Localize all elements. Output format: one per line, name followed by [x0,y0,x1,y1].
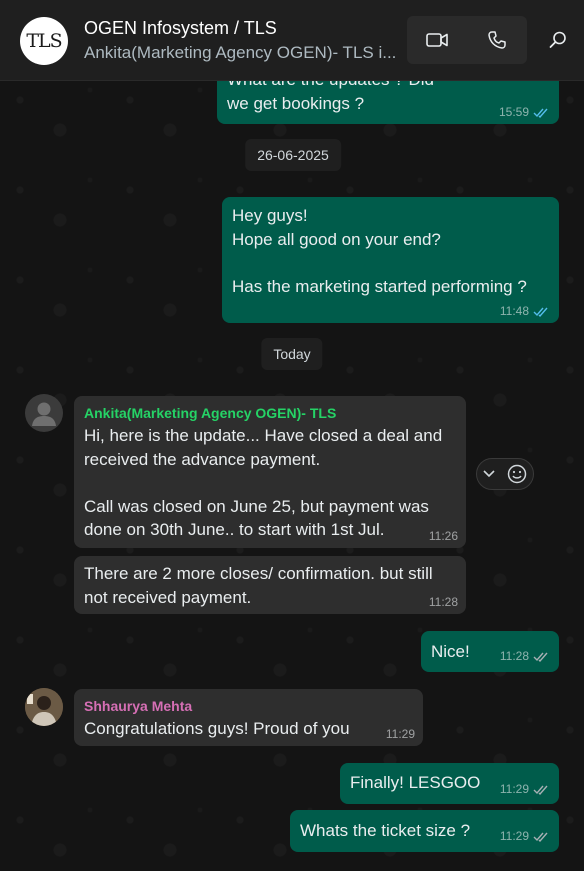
user-photo-icon [25,688,63,726]
double-check-icon [533,785,548,795]
message-time: 11:26 [428,529,458,543]
double-check-icon [533,307,548,317]
double-check-icon [533,108,548,118]
message-outgoing[interactable]: Whats the ticket size ? 11:29 [290,810,559,852]
message-outgoing[interactable]: Finally! LESGOO 11:29 [340,763,559,804]
message-time: 11:29 [385,727,415,741]
message-outgoing[interactable]: Nice! 11:28 [421,631,559,672]
voice-call-icon [488,31,506,49]
search-button[interactable] [544,26,572,54]
date-divider: Today [261,338,323,370]
date-divider: 26-06-2025 [245,139,341,171]
avatar[interactable] [25,394,63,432]
chevron-down-icon [483,470,495,478]
message-text: Hi, here is the update... Have closed a … [84,426,443,539]
message-menu-button[interactable] [483,470,495,478]
group-members[interactable]: Ankita(Marketing Agency OGEN)- TLS i... [84,43,400,63]
chat-header: TLS OGEN Infosystem / TLS Ankita(Marketi… [0,0,584,81]
search-icon [549,31,566,48]
double-check-icon [533,652,548,662]
avatar[interactable] [25,688,63,726]
message-incoming[interactable]: Ankita(Marketing Agency OGEN)- TLS Hi, h… [74,396,466,548]
sender-name[interactable]: Ankita(Marketing Agency OGEN)- TLS [84,404,456,422]
message-actions [476,458,534,490]
group-name[interactable]: OGEN Infosystem / TLS [84,18,277,39]
video-call-button[interactable] [407,16,467,64]
message-meta: 11:48 [500,305,549,317]
message-meta: 11:29 [500,783,549,795]
message-meta: 11:29 [500,830,549,842]
message-time: 11:29 [499,829,529,843]
message-meta: 15:59 [499,106,549,118]
group-avatar-text: TLS [26,30,62,52]
group-avatar[interactable]: TLS [20,17,68,65]
message-incoming[interactable]: Shhaurya Mehta Congratulations guys! Pro… [74,689,423,746]
sender-name[interactable]: Shhaurya Mehta [84,697,413,715]
message-time: 11:48 [499,304,529,318]
message-time: 11:28 [428,595,458,609]
message-time: 15:59 [498,105,529,119]
message-text: Congratulations guys! Proud of you [84,719,350,738]
emoji-icon [507,464,527,484]
video-call-icon [426,33,448,47]
react-button[interactable] [507,464,527,484]
double-check-icon [533,832,548,842]
message-meta: 11:26 [429,530,458,542]
message-outgoing[interactable]: Hey guys! Hope all good on your end? Has… [222,197,559,323]
call-buttons [407,16,527,64]
message-meta: 11:29 [386,728,415,740]
voice-call-button[interactable] [467,16,527,64]
message-incoming[interactable]: There are 2 more closes/ confirmation. b… [74,556,466,614]
message-text: There are 2 more closes/ confirmation. b… [84,564,433,607]
message-time: 11:28 [499,649,529,663]
message-time: 11:29 [499,782,529,796]
default-user-icon [32,402,56,426]
message-text: Hey guys! Hope all good on your end? Has… [232,206,527,296]
message-meta: 11:28 [429,596,458,608]
message-meta: 11:28 [500,650,549,662]
